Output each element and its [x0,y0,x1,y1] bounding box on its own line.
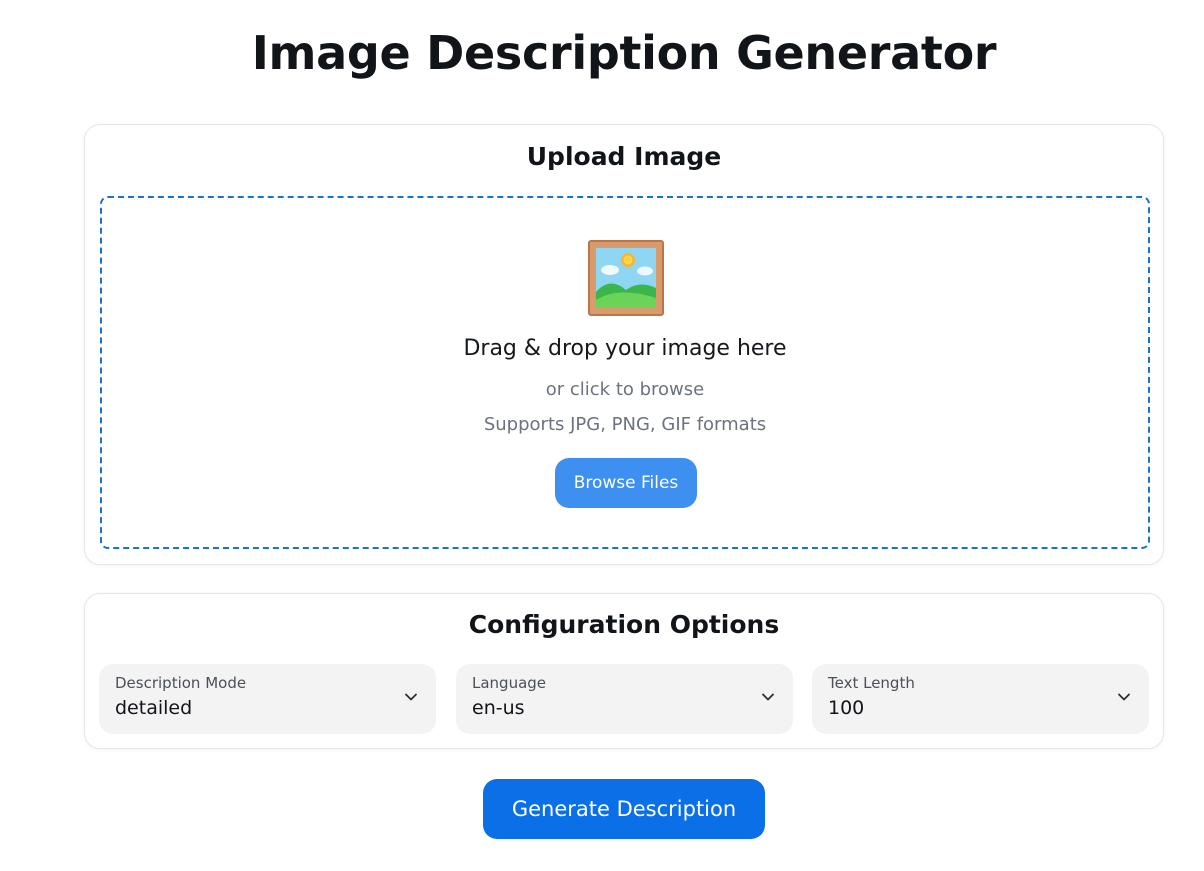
config-card: Configuration Options Description Mode d… [84,593,1164,749]
generate-description-button[interactable]: Generate Description [483,779,765,839]
chevron-down-icon [1118,693,1130,701]
select-label: Language [472,674,547,692]
select-value: en-us [472,697,525,719]
framed-picture-icon [588,240,664,316]
page: Image Description Generator Upload Image… [0,0,1204,871]
dropzone-browse-hint: or click to browse [545,379,705,400]
browse-files-button[interactable]: Browse Files [555,458,697,508]
page-title: Image Description Generator [251,26,997,80]
upload-card-title: Upload Image [526,142,722,171]
text-length-select[interactable]: Text Length 100 [812,664,1149,734]
select-label: Text Length [828,674,915,692]
language-select[interactable]: Language en-us [456,664,793,734]
dropzone-formats: Supports JPG, PNG, GIF formats [483,414,767,435]
config-card-title: Configuration Options [468,610,780,639]
description-mode-select[interactable]: Description Mode detailed [99,664,436,734]
select-value: detailed [115,697,193,719]
chevron-down-icon [405,693,417,701]
image-dropzone[interactable]: Drag & drop your image here or click to … [100,196,1150,549]
upload-card: Upload Image Drag & drop your image here… [84,124,1164,565]
select-label: Description Mode [115,674,247,692]
chevron-down-icon [762,693,774,701]
dropzone-heading: Drag & drop your image here [463,336,787,361]
select-value: 100 [828,697,865,719]
